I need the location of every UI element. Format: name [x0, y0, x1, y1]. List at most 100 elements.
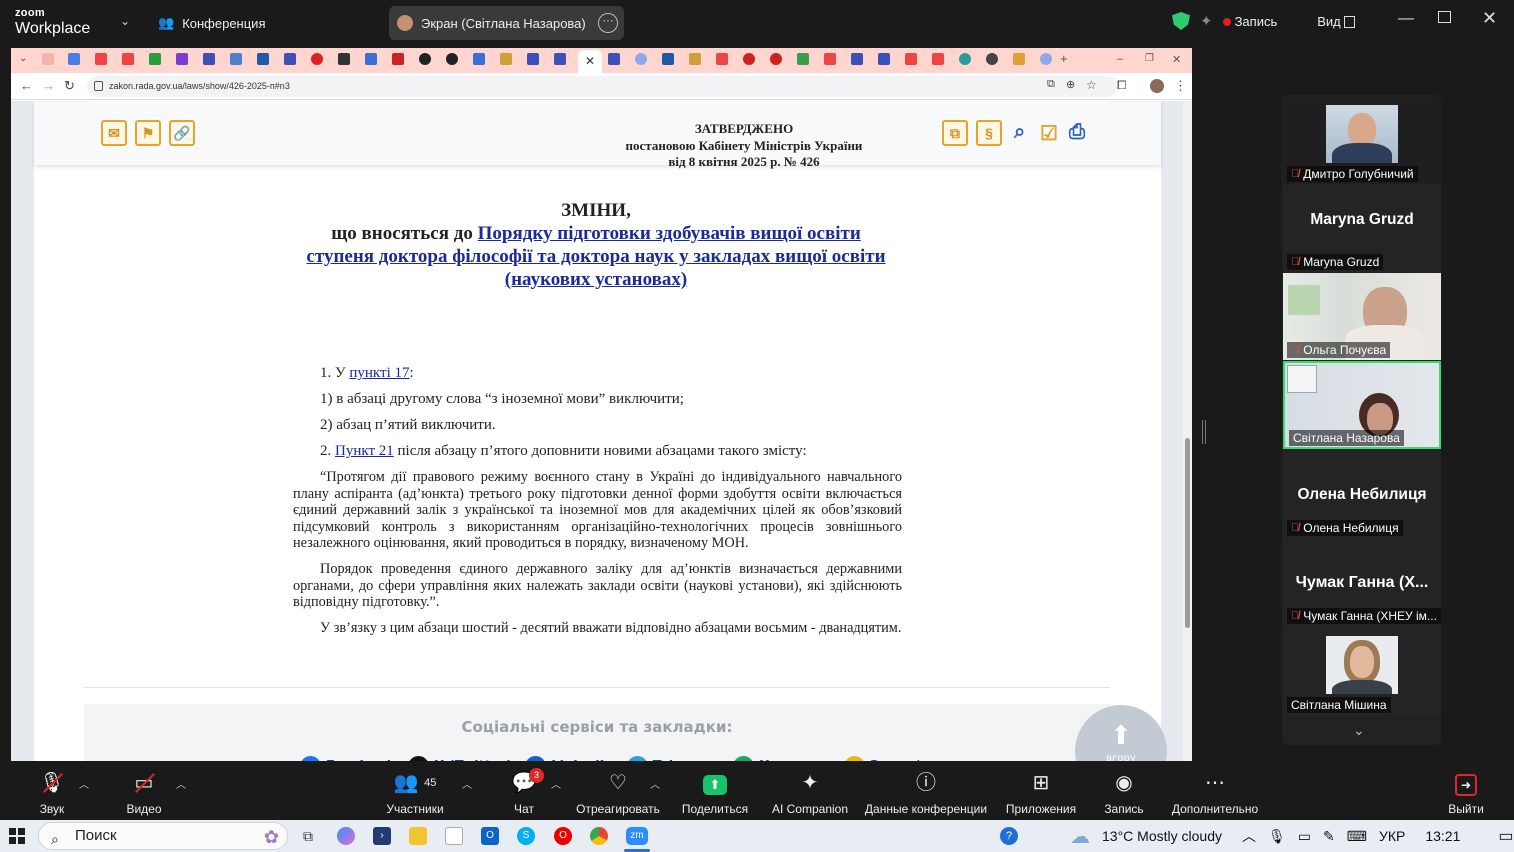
tab-favicon[interactable]	[743, 53, 755, 65]
pen-icon[interactable]: ✎	[1323, 828, 1335, 845]
view-button[interactable]: Вид	[1317, 14, 1356, 29]
menu-icon[interactable]: ⋮	[1174, 78, 1187, 94]
restore-icon[interactable]: ❐	[1145, 53, 1157, 65]
zoom-taskbar-icon[interactable]: zm	[626, 827, 648, 845]
participant-tile[interactable]: 🎙̸ Дмитро Голубничий	[1283, 97, 1441, 184]
tab-favicon[interactable]	[230, 53, 242, 65]
participant-tile[interactable]: Maryna Gruzd 🎙̸ Maryna Gruzd	[1283, 185, 1441, 272]
more-button[interactable]: ⋯ Дополнительно	[1168, 770, 1262, 816]
minimize-icon[interactable]: –	[1117, 53, 1129, 65]
participants-button[interactable]: 👥 45 Участники	[384, 770, 446, 816]
participant-tile[interactable]: 🎙̸ Ольга Почуєва	[1283, 273, 1441, 360]
tab-favicon[interactable]	[770, 53, 782, 65]
tab-favicon[interactable]	[527, 53, 539, 65]
tab-favicon[interactable]	[824, 53, 836, 65]
tab-favicon[interactable]	[905, 53, 917, 65]
tab-favicon[interactable]	[149, 53, 161, 65]
social-link-2[interactable]: in LinkedIn	[525, 756, 614, 761]
tab-favicon[interactable]	[257, 53, 269, 65]
microphone-icon[interactable]: 🎙	[1268, 828, 1286, 845]
url-input[interactable]: zakon.rada.gov.ua/laws/show/426-2025-п#n…	[87, 76, 1117, 97]
file-explorer-icon[interactable]	[409, 827, 427, 845]
document-copy-icon[interactable]: ⧉	[942, 120, 968, 146]
tab-favicon[interactable]	[797, 53, 809, 65]
cloud-icon[interactable]: ☁	[1070, 824, 1090, 849]
record-button[interactable]: ◉ Запись	[1100, 770, 1148, 816]
paragraph-icon[interactable]: §	[976, 120, 1002, 146]
tab-favicon[interactable]	[446, 53, 458, 65]
forward-icon[interactable]: →	[42, 78, 55, 93]
windows-start-icon[interactable]	[9, 828, 25, 844]
social-link-5[interactable]: ★ Запам'ятати	[843, 756, 962, 761]
tab-favicon[interactable]	[419, 53, 431, 65]
ai-companion-button[interactable]: ✦ AI Companion	[770, 770, 850, 816]
notifications-icon[interactable]: ▭	[1498, 826, 1513, 846]
search-icon[interactable]: ⌕	[1014, 121, 1025, 144]
profile-avatar[interactable]	[1150, 79, 1164, 93]
audio-button[interactable]: 🎙 Звук	[30, 770, 74, 816]
point-21-link[interactable]: Пункт 21	[335, 443, 394, 459]
react-button[interactable]: ♡ Отреагировать	[574, 770, 662, 816]
close-icon[interactable]: ✕	[1172, 53, 1184, 66]
chrome-icon[interactable]	[590, 827, 608, 845]
tab-favicon[interactable]	[365, 53, 377, 65]
display-icon[interactable]: ▭	[1298, 828, 1311, 845]
tab-favicon[interactable]	[635, 53, 647, 65]
tab-favicon[interactable]	[959, 53, 971, 65]
scrollbar-thumb[interactable]	[1185, 438, 1190, 628]
tab-favicon[interactable]	[662, 53, 674, 65]
print-icon[interactable]: ⎙	[1069, 121, 1085, 144]
social-link-4[interactable]: ✉ На пошту	[733, 756, 831, 761]
keyboard-icon[interactable]: ⌨	[1347, 828, 1367, 845]
point-17-link[interactable]: пункті 17	[349, 365, 409, 381]
new-tab-icon[interactable]: +	[1060, 52, 1072, 65]
tab-favicon[interactable]	[1040, 53, 1052, 65]
tab-favicon[interactable]	[473, 53, 485, 65]
social-link-1[interactable]: X X (Twitter)	[408, 756, 512, 761]
cast-icon[interactable]: ⧉	[1047, 78, 1055, 91]
copilot-icon[interactable]	[337, 827, 355, 845]
link-icon[interactable]: 🔗	[169, 120, 195, 146]
participant-tile[interactable]: Світлана Мішина	[1283, 628, 1441, 715]
video-button[interactable]: ▭ Видео	[118, 770, 170, 816]
clock[interactable]: 13:21	[1425, 828, 1460, 844]
recording-indicator[interactable]: Запись	[1222, 14, 1277, 29]
tab-favicon[interactable]	[500, 53, 512, 65]
reload-icon[interactable]: ↻	[64, 78, 75, 94]
tab-favicon[interactable]	[203, 53, 215, 65]
chat-options-chevron-icon[interactable]: ︿	[551, 776, 561, 791]
participant-tile-active-speaker[interactable]: Світлана Назарова	[1283, 361, 1441, 449]
extensions-icon[interactable]: ⧠	[1117, 78, 1127, 93]
chevron-down-icon[interactable]: ⌄	[120, 14, 130, 28]
leave-button[interactable]: ➜ Выйти	[1444, 770, 1488, 816]
bookmark-icon[interactable]: ⚑	[135, 120, 161, 146]
tab-favicon[interactable]	[392, 53, 404, 65]
zoom-icon[interactable]: ⊕	[1066, 78, 1075, 91]
tab-favicon[interactable]	[338, 53, 350, 65]
tab-active[interactable]: ✕	[578, 50, 602, 73]
scrollbar[interactable]	[1183, 101, 1192, 761]
terminal-icon[interactable]: ›	[373, 827, 391, 845]
checkmark-icon[interactable]: ☑	[1040, 121, 1058, 146]
shield-icon[interactable]	[1172, 12, 1190, 30]
outlook-icon[interactable]: O	[481, 827, 499, 845]
star-icon[interactable]: ☆	[1086, 78, 1097, 92]
zoom-logo[interactable]: zoom Workplace	[15, 8, 90, 37]
close-icon[interactable]: ✕	[1482, 8, 1497, 29]
taskbar-search-input[interactable]: ⌕ Поиск ✿	[38, 822, 288, 850]
tab-favicon[interactable]	[878, 53, 890, 65]
chevron-down-icon[interactable]: ⌄	[1353, 722, 1365, 739]
tab-favicon[interactable]	[311, 53, 323, 65]
video-options-chevron-icon[interactable]: ︿	[176, 776, 186, 791]
weather-text[interactable]: 13°C Mostly cloudy	[1102, 828, 1222, 844]
tab-favicon[interactable]	[986, 53, 998, 65]
panel-splitter-handle[interactable]	[1202, 420, 1206, 444]
audio-options-chevron-icon[interactable]: ︿	[79, 776, 89, 791]
tab-favicon[interactable]	[716, 53, 728, 65]
back-icon[interactable]: ←	[20, 78, 33, 93]
tab-favicon[interactable]	[68, 53, 80, 65]
sparkle-icon[interactable]: ✦	[1200, 12, 1213, 30]
share-button[interactable]: ⬆ Поделиться	[680, 770, 750, 816]
language-indicator[interactable]: УКР	[1379, 828, 1405, 844]
social-link-0[interactable]: f Facebook	[300, 756, 395, 761]
